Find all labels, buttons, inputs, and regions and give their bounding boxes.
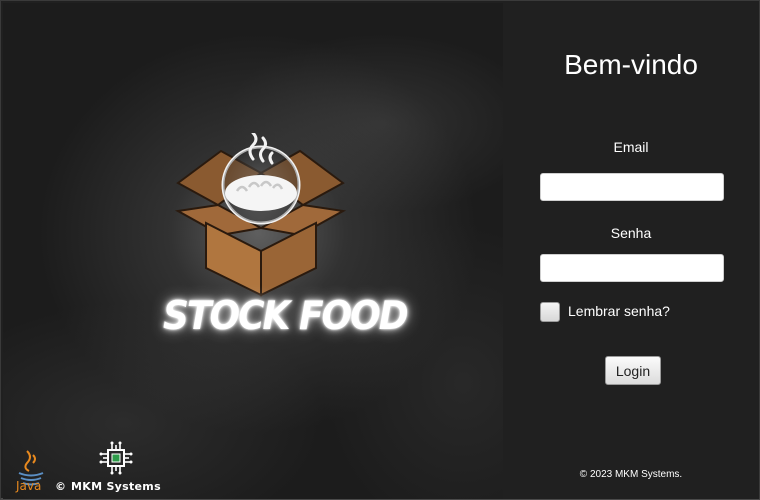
footer-copyright: © 2023 MKM Systems. xyxy=(579,469,683,480)
mkm-chip-icon xyxy=(99,441,133,475)
email-label: Email xyxy=(613,139,649,155)
login-panel: Bem-vindo Email Senha Lembrar senha? Log… xyxy=(503,3,759,499)
remember-password-label[interactable]: Lembrar senha? xyxy=(568,303,670,319)
remember-password-checkbox[interactable] xyxy=(540,302,560,322)
brand-name: STOCK FOOD xyxy=(163,293,409,340)
brand-panel: STOCK FOOD Java © MKM Systems xyxy=(3,3,503,499)
company-label: MKM Systems xyxy=(71,480,161,493)
login-button[interactable]: Login xyxy=(605,356,661,385)
login-title: Bem-vindo xyxy=(564,49,698,80)
email-field[interactable] xyxy=(540,173,724,201)
password-label: Senha xyxy=(610,225,652,241)
login-window: STOCK FOOD Java © MKM Systems Bem-vindo … xyxy=(0,0,760,500)
password-field[interactable] xyxy=(540,254,724,282)
food-box-icon xyxy=(174,133,347,297)
java-label: Java xyxy=(16,479,42,493)
copyright-symbol: © xyxy=(55,480,66,493)
